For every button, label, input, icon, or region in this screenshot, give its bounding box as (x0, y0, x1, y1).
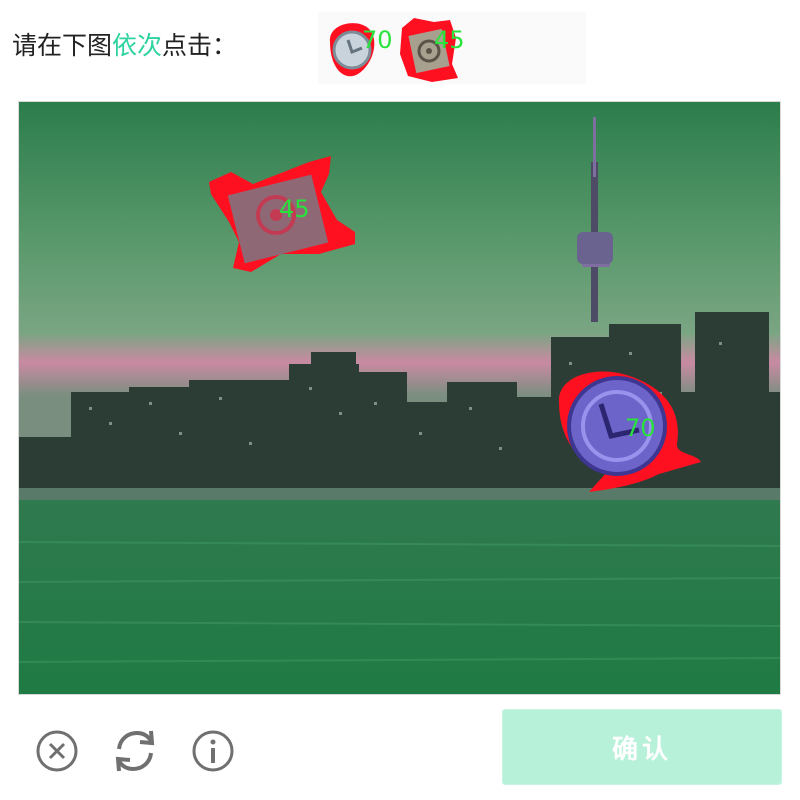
target-1-number: 70 (362, 26, 393, 54)
marker-2-number: 70 (625, 414, 656, 442)
target-2-number: 45 (434, 26, 465, 54)
target-target-icon: 45 (400, 18, 465, 82)
instruction-suffix: 点击： (162, 31, 238, 60)
target-clock-icon: 70 (329, 23, 393, 77)
confirm-button[interactable]: 确认 (502, 709, 782, 785)
close-circle-icon[interactable] (34, 728, 80, 774)
instruction-highlight: 依次 (112, 31, 163, 60)
instruction-prefix: 请在下图 (12, 31, 113, 60)
city-skyline-photo: 45 70 (19, 102, 780, 694)
captcha-instruction: 请在下图依次点击： (12, 26, 237, 62)
marker-1-number: 45 (279, 195, 310, 223)
refresh-icon[interactable] (112, 728, 158, 774)
captcha-header: 请在下图依次点击： 70 45 (0, 0, 800, 90)
info-icon[interactable] (190, 728, 236, 774)
captcha-image[interactable]: 45 70 (18, 101, 781, 695)
target-icons-strip: 70 45 (318, 12, 586, 84)
captcha-footer: 确认 (0, 700, 800, 800)
